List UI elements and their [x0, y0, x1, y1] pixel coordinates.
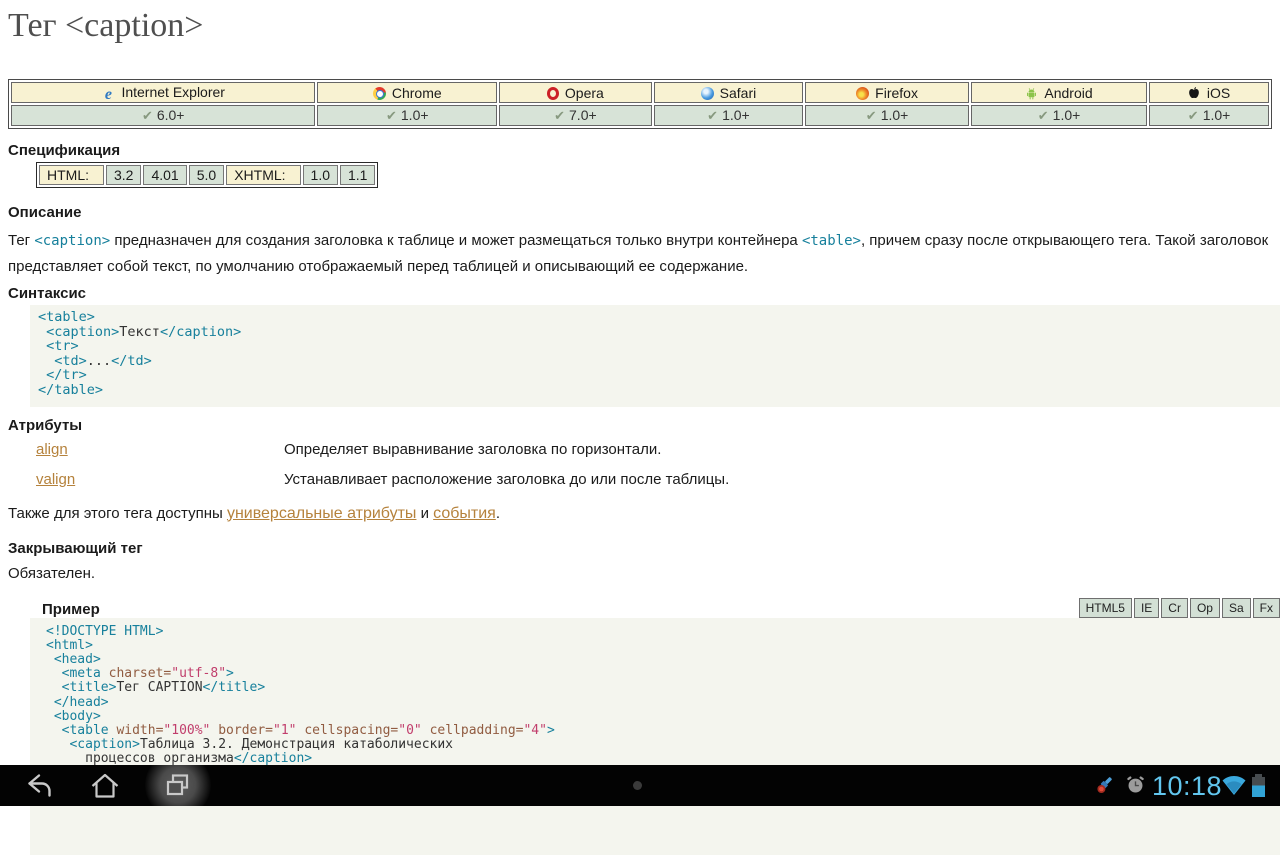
tab-ie[interactable]: IE — [1134, 598, 1159, 618]
tab-chrome[interactable]: Cr — [1161, 598, 1188, 618]
notification-cleaner-icon — [1096, 775, 1116, 795]
browser-support-table: Internet Explorer Chrome Opera Safari Fi… — [8, 79, 1272, 129]
menu-dot-indicator — [633, 781, 642, 790]
check-icon: ✔ — [386, 108, 397, 123]
check-icon: ✔ — [1188, 108, 1199, 123]
browser-name: Firefox — [875, 85, 918, 101]
apple-icon — [1188, 86, 1201, 99]
version-value: 1.0+ — [881, 107, 909, 123]
spec-cell: 4.01 — [143, 165, 186, 185]
back-button[interactable] — [23, 772, 53, 799]
android-icon — [1025, 87, 1038, 100]
attributes-note: Также для этого тега доступны универсаль… — [8, 505, 1272, 523]
spec-cell: HTML: — [39, 165, 104, 185]
attribute-description: Определяет выравнивание заголовка по гор… — [284, 439, 1272, 461]
browser-version: ✔ 1.0+ — [971, 105, 1147, 126]
chrome-icon — [373, 87, 386, 100]
attribute-description: Устанавливает расположение заголовка до … — [284, 469, 1272, 491]
recent-apps-button[interactable] — [163, 772, 193, 799]
opera-icon — [547, 87, 559, 100]
attributes-heading: Атрибуты — [8, 417, 1272, 435]
valign-link[interactable]: valign — [36, 471, 75, 488]
browser-cell-ie: Internet Explorer — [11, 82, 315, 103]
check-icon: ✔ — [142, 108, 153, 123]
note-text: Также для этого тега доступны — [8, 505, 227, 522]
page-title: Тег <caption> — [8, 6, 1272, 46]
description-paragraph: Тег <caption> предназначен для создания … — [8, 228, 1272, 279]
safari-icon — [701, 87, 714, 100]
battery-icon — [1252, 774, 1265, 797]
note-text: . — [496, 505, 500, 522]
browser-version: ✔ 1.0+ — [1149, 105, 1269, 126]
version-value: 1.0+ — [401, 107, 429, 123]
browser-cell-ios: iOS — [1149, 82, 1269, 103]
browser-header-row: Internet Explorer Chrome Opera Safari Fi… — [11, 82, 1269, 103]
spec-cell: 1.0 — [303, 165, 338, 185]
closing-tag-heading: Закрывающий тег — [8, 540, 1272, 558]
firefox-icon — [856, 87, 869, 100]
version-value: 7.0+ — [569, 107, 597, 123]
spec-cell: 3.2 — [106, 165, 141, 185]
events-link[interactable]: события — [433, 505, 496, 522]
check-icon: ✔ — [1038, 108, 1049, 123]
example-tabs: HTML5 IE Cr Op Sa Fx — [1079, 598, 1280, 618]
browser-name: Chrome — [392, 85, 442, 101]
tab-safari[interactable]: Sa — [1222, 598, 1251, 618]
check-icon: ✔ — [707, 108, 718, 123]
table-tag-code[interactable]: <table> — [802, 233, 861, 249]
spec-cell: XHTML: — [226, 165, 300, 185]
home-button[interactable] — [90, 772, 120, 799]
tab-html5[interactable]: HTML5 — [1079, 598, 1132, 618]
browser-cell-chrome: Chrome — [317, 82, 497, 103]
tab-firefox[interactable]: Fx — [1253, 598, 1280, 618]
version-value: 1.0+ — [722, 107, 750, 123]
caption-tag-code: <caption> — [34, 233, 110, 249]
browser-version: ✔ 7.0+ — [499, 105, 652, 126]
browser-cell-firefox: Firefox — [805, 82, 969, 103]
example-header: Пример HTML5 IE Cr Op Sa Fx — [42, 598, 1280, 618]
page-content: Тег <caption> Internet Explorer Chrome O… — [0, 6, 1280, 855]
browser-cell-android: Android — [971, 82, 1147, 103]
browser-version: ✔ 1.0+ — [654, 105, 804, 126]
description-text: предназначен для создания заголовка к та… — [110, 232, 802, 249]
spec-table: HTML: 3.2 4.01 5.0 XHTML: 1.0 1.1 — [36, 162, 378, 188]
attribute-row-align: align Определяет выравнивание заголовка … — [36, 439, 1272, 461]
browser-cell-opera: Opera — [499, 82, 652, 103]
wifi-icon — [1221, 774, 1247, 796]
browser-name: Opera — [565, 85, 604, 101]
browser-cell-safari: Safari — [654, 82, 804, 103]
check-icon: ✔ — [866, 108, 877, 123]
note-text: и — [416, 505, 433, 522]
description-text: Тег — [8, 232, 34, 249]
attribute-row-valign: valign Устанавливает расположение заголо… — [36, 469, 1272, 491]
clock-time: 10:18 — [1152, 771, 1222, 802]
internet-explorer-icon — [101, 88, 115, 101]
closing-tag-text: Обязателен. — [8, 565, 1272, 582]
browser-name: Safari — [720, 85, 757, 101]
browser-name: Android — [1044, 85, 1092, 101]
browser-version-row: ✔ 6.0+ ✔ 1.0+ ✔ 7.0+ ✔ 1.0+ ✔ 1.0+ ✔ 1.0+ ✔ 1.0… — [11, 105, 1269, 126]
version-value: 6.0+ — [157, 107, 185, 123]
browser-version: ✔ 1.0+ — [805, 105, 969, 126]
version-value: 1.0+ — [1053, 107, 1081, 123]
example-heading: Пример — [42, 601, 100, 618]
alarm-clock-icon — [1126, 775, 1145, 794]
browser-name: iOS — [1207, 85, 1230, 101]
tab-opera[interactable]: Op — [1190, 598, 1220, 618]
version-value: 1.0+ — [1203, 107, 1231, 123]
spec-heading: Спецификация — [8, 142, 1272, 160]
browser-version: ✔ 6.0+ — [11, 105, 315, 126]
browser-version: ✔ 1.0+ — [317, 105, 497, 126]
universal-attributes-link[interactable]: универсальные атрибуты — [227, 505, 417, 522]
syntax-code-block: <table> <caption>Текст</caption> <tr> <t… — [30, 305, 1280, 407]
check-icon: ✔ — [554, 108, 565, 123]
description-heading: Описание — [8, 204, 1272, 222]
syntax-heading: Синтаксис — [8, 285, 1272, 303]
example-code-block: <!DOCTYPE HTML><html> <head> <meta chars… — [30, 618, 1280, 855]
align-link[interactable]: align — [36, 441, 68, 458]
browser-name: Internet Explorer — [121, 84, 225, 100]
spec-cell: 5.0 — [189, 165, 224, 185]
spec-cell: 1.1 — [340, 165, 375, 185]
